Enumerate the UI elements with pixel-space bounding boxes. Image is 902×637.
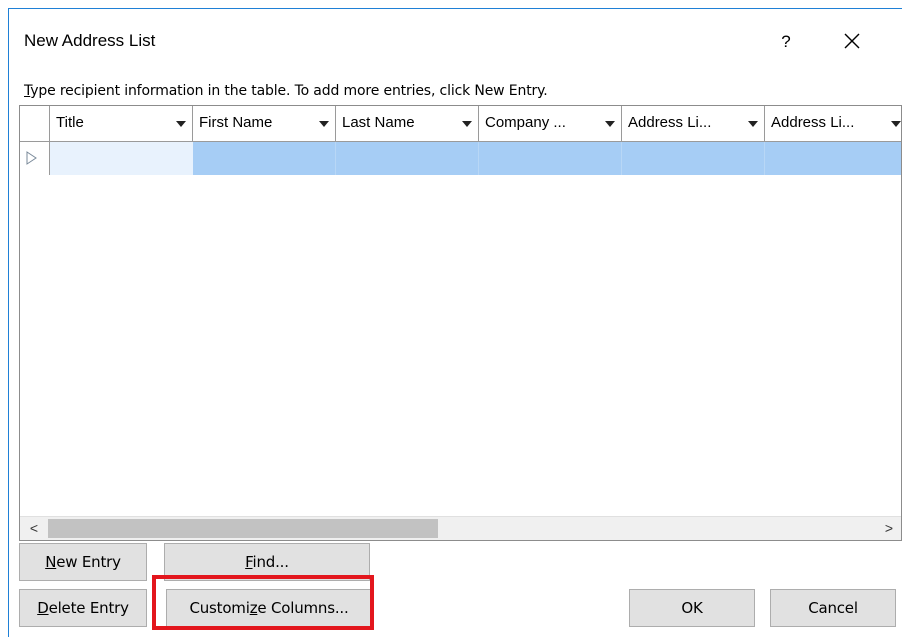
horizontal-scrollbar[interactable]: < > xyxy=(20,516,901,540)
row-selector[interactable] xyxy=(20,142,50,175)
column-header-label: First Name xyxy=(199,114,273,131)
scroll-right-icon[interactable]: > xyxy=(877,517,901,540)
column-header-address-line-1[interactable]: Address Li... xyxy=(622,106,765,141)
table-cell-first-name[interactable] xyxy=(193,142,336,175)
dialog-title: New Address List xyxy=(24,31,156,50)
find-access-key: F xyxy=(245,553,253,571)
new-entry-access-key: N xyxy=(45,553,57,571)
table-cell-company[interactable] xyxy=(479,142,622,175)
highlight-annotation xyxy=(152,575,374,630)
column-header-label: Address Li... xyxy=(628,114,712,131)
table-cell-last-name[interactable] xyxy=(336,142,479,175)
dropdown-arrow-icon[interactable] xyxy=(319,121,329,127)
dropdown-arrow-icon[interactable] xyxy=(462,121,472,127)
column-header-company[interactable]: Company ... xyxy=(479,106,622,141)
scroll-left-icon[interactable]: < xyxy=(22,517,46,540)
new-entry-label: ew Entry xyxy=(56,553,121,571)
column-header-title[interactable]: Title xyxy=(50,106,193,141)
delete-entry-access-key: D xyxy=(37,599,49,617)
scroll-thumb[interactable] xyxy=(48,519,438,538)
column-header-label: Last Name xyxy=(342,114,415,131)
current-row-icon xyxy=(26,151,37,165)
close-icon xyxy=(844,33,860,49)
dropdown-arrow-icon[interactable] xyxy=(748,121,758,127)
dropdown-arrow-icon[interactable] xyxy=(605,121,615,127)
column-header-first-name[interactable]: First Name xyxy=(193,106,336,141)
new-entry-button[interactable]: New Entry xyxy=(19,543,147,581)
new-address-list-dialog: New Address List ? Type recipient inform… xyxy=(8,8,902,637)
table-cell-address-line-1[interactable] xyxy=(622,142,765,175)
delete-entry-label: elete Entry xyxy=(48,599,129,617)
cancel-button[interactable]: Cancel xyxy=(770,589,896,627)
address-table: Title First Name Last Name Company ... A… xyxy=(19,105,902,541)
table-row xyxy=(20,142,901,175)
table-cell-address-line-2[interactable] xyxy=(765,142,901,175)
close-button[interactable] xyxy=(832,24,872,58)
help-button[interactable]: ? xyxy=(771,27,801,57)
column-header-label: Address Li... xyxy=(771,114,855,131)
header-corner[interactable] xyxy=(20,106,50,141)
column-header-label: Title xyxy=(56,114,84,131)
dropdown-arrow-icon[interactable] xyxy=(176,121,186,127)
dropdown-arrow-icon[interactable] xyxy=(891,121,901,127)
column-header-last-name[interactable]: Last Name xyxy=(336,106,479,141)
column-header-address-line-2[interactable]: Address Li... xyxy=(765,106,901,141)
instructions-text: Type recipient information in the table.… xyxy=(24,83,548,99)
ok-button[interactable]: OK xyxy=(629,589,755,627)
title-bar: New Address List ? xyxy=(9,9,902,73)
table-cell-title[interactable] xyxy=(50,142,193,175)
table-header: Title First Name Last Name Company ... A… xyxy=(20,106,901,142)
find-label: ind... xyxy=(252,553,290,571)
instructions-body: ype recipient information in the table. … xyxy=(30,83,548,99)
delete-entry-button[interactable]: Delete Entry xyxy=(19,589,147,627)
column-header-label: Company ... xyxy=(485,114,566,131)
